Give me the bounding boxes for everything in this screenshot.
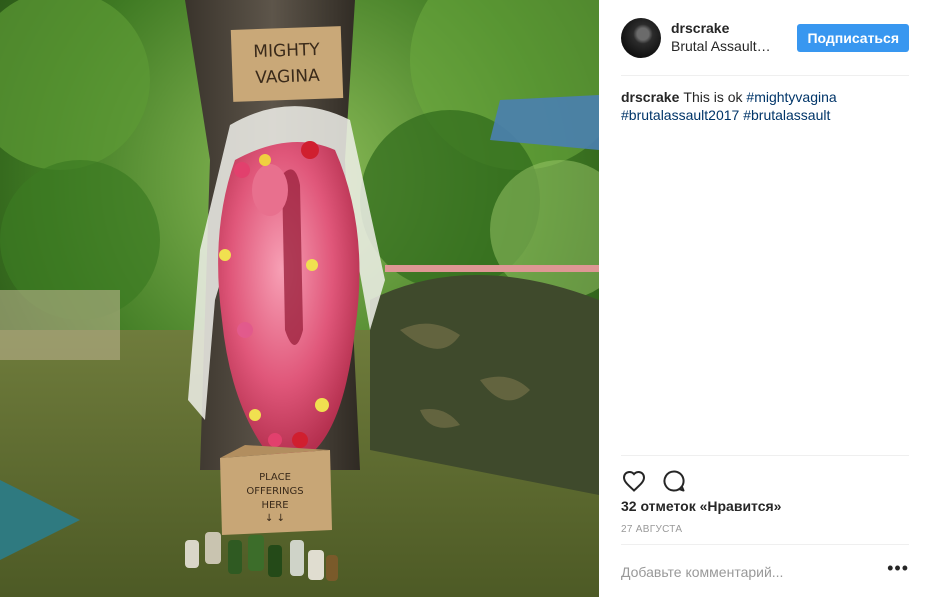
hashtag-link[interactable]: #brutalassault xyxy=(743,107,830,123)
more-options-icon[interactable]: ••• xyxy=(887,559,909,581)
hashtag-link[interactable]: #brutalassault2017 xyxy=(621,107,739,123)
comment-input[interactable] xyxy=(621,563,888,580)
box-line-3: HERE xyxy=(261,500,288,511)
post-photo[interactable]: MIGHTY VAGINA PLACE OFFERINGS HERE ↓ ↓ xyxy=(0,0,599,597)
username-link[interactable]: drscrake xyxy=(671,20,797,37)
post-caption: drscrake This is ok #mightyvagina #brutal… xyxy=(621,88,909,124)
user-block: drscrake Brutal Assault… xyxy=(671,20,797,55)
photo-illustration: MIGHTY VAGINA PLACE OFFERINGS HERE ↓ ↓ xyxy=(0,0,599,597)
likes-count[interactable]: 32 отметок «Нравится» xyxy=(621,498,781,514)
action-bar xyxy=(621,455,909,496)
post-sidebar: drscrake Brutal Assault… Подписаться drs… xyxy=(599,0,929,597)
comment-bar: ••• xyxy=(621,544,909,598)
heart-icon[interactable] xyxy=(621,468,647,494)
caption-text: This is ok xyxy=(683,89,743,105)
sign-line-2: VAGINA xyxy=(255,66,320,88)
caption-username[interactable]: drscrake xyxy=(621,89,679,105)
follow-button[interactable]: Подписаться xyxy=(797,23,909,52)
sign-line-1: MIGHTY xyxy=(253,40,321,62)
post-header: drscrake Brutal Assault… Подписаться xyxy=(621,0,909,76)
post-date[interactable]: 27 августа xyxy=(621,524,682,535)
box-line-2: OFFERINGS xyxy=(246,486,303,497)
hashtag-link[interactable]: #mightyvagina xyxy=(746,89,836,105)
avatar[interactable] xyxy=(621,17,661,58)
box-line-1: PLACE xyxy=(259,472,291,483)
comment-icon[interactable] xyxy=(661,468,687,494)
box-arrows: ↓ ↓ xyxy=(265,513,285,524)
location-link[interactable]: Brutal Assault… xyxy=(671,37,797,55)
instagram-post: MIGHTY VAGINA PLACE OFFERINGS HERE ↓ ↓ d… xyxy=(0,0,929,597)
